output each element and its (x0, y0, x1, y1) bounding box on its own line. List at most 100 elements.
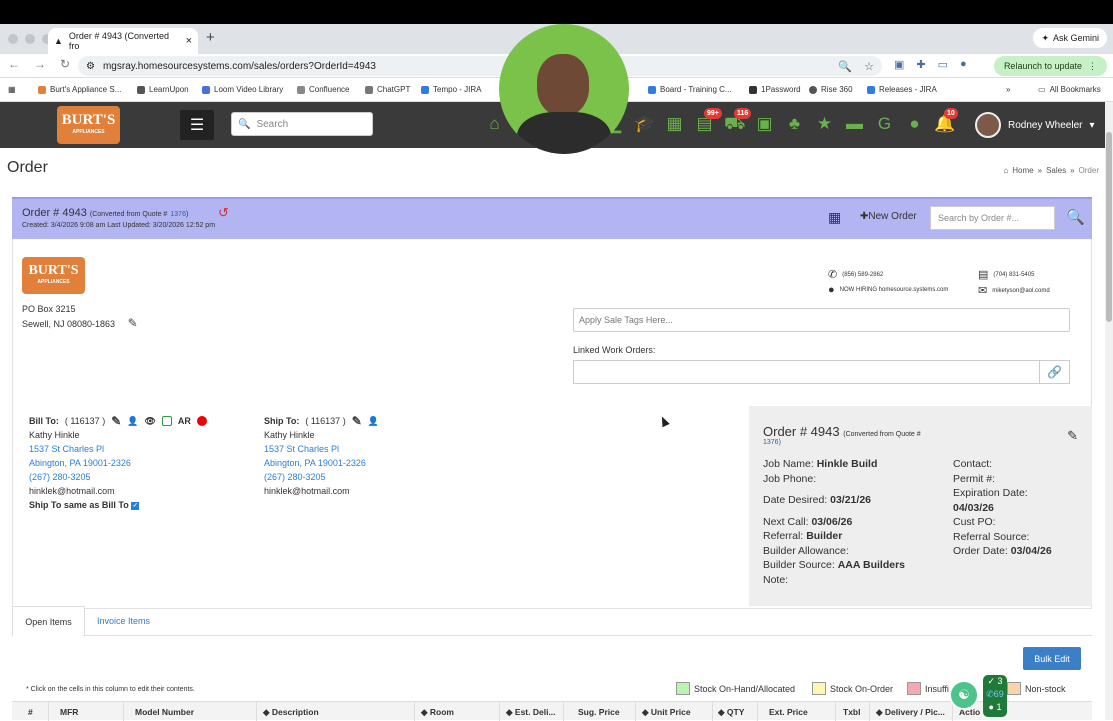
grid-icon[interactable]: ▦ (828, 209, 841, 226)
browser-tab[interactable]: ▲ Order # 4943 (Converted fro × (48, 28, 198, 54)
bookmark-4[interactable]: Confluence (297, 85, 349, 94)
tab-open-items[interactable]: Open Items (12, 606, 85, 637)
all-bookmarks[interactable]: ▭ All Bookmarks (1038, 85, 1101, 94)
extensions: ▣ ✚ ▭ ● (894, 58, 967, 71)
eye-icon[interactable]: 👁 (144, 414, 155, 428)
bill-to-block: Bill To: ( 116137 ) ✎ 👤 👁 AR Kathy Hinkle… (29, 414, 207, 512)
edit-icon[interactable]: ✎ (128, 316, 138, 330)
edit-icon[interactable]: ✎ (352, 414, 362, 428)
chevron-right-icon[interactable]: » (1006, 85, 1010, 94)
link-icon[interactable]: 🔗 (1039, 360, 1070, 384)
star-icon[interactable]: ★ (814, 114, 835, 136)
bill-to-city[interactable]: Abington, PA 19001-2326 (29, 456, 207, 470)
bookmark-6[interactable]: Tempo - JIRA (421, 85, 481, 94)
col-delivery-pickup[interactable]: ◆ Delivery / Pic... (876, 707, 945, 718)
url-input[interactable]: ⚙ mgsray.homesourcesystems.com/sales/ord… (78, 56, 882, 76)
user-icon[interactable]: 👤 (368, 414, 379, 428)
folder-icon[interactable]: ▬ (844, 114, 865, 136)
ship-same-checkbox[interactable]: ✓ (131, 501, 140, 510)
col-number[interactable]: # (28, 707, 33, 717)
chat-icon[interactable]: ● (904, 114, 925, 136)
col-model[interactable]: Model Number (135, 707, 194, 717)
new-order-button[interactable]: ✚New Order (860, 211, 917, 222)
user-menu[interactable]: Rodney Wheeler ▾ (975, 112, 1095, 138)
new-tab-icon[interactable]: + (206, 29, 215, 46)
puzzle-icon[interactable]: ✚ (916, 58, 925, 71)
calculator-icon[interactable]: ▦ (664, 114, 685, 136)
phone-count: ✆69 (986, 689, 1004, 699)
summary-quote-link[interactable]: 1376) (763, 439, 781, 446)
bill-to-street[interactable]: 1537 St Charles Pl (29, 442, 207, 456)
ship-same-label: Ship To same as Bill To (29, 500, 129, 510)
cart2-badge: 116 (734, 108, 752, 119)
graduation-cap-icon[interactable]: 🎓 (634, 114, 655, 136)
bookmark-5[interactable]: ChatGPT (365, 85, 410, 94)
hamburger-menu-icon[interactable]: ☰ (180, 110, 214, 140)
site-info-icon[interactable]: ⚙ (86, 61, 95, 72)
history-icon[interactable]: ↺ (218, 205, 229, 221)
bookmark-1[interactable]: Burt's Appliance S... (38, 85, 121, 94)
briefcase-icon[interactable]: ▣ (754, 114, 775, 136)
col-qty[interactable]: ◆ QTY (718, 707, 744, 718)
company-logo: BURT'S APPLIANCES (22, 257, 85, 294)
notification-stack[interactable]: ✓ 3 ✆69 ● 1 (983, 675, 1007, 717)
col-mfr[interactable]: MFR (60, 707, 78, 717)
bookmark-10[interactable]: Releases - JIRA (867, 85, 937, 94)
bill-to-email: hinklek@hotmail.com (29, 486, 115, 496)
order-search-input[interactable]: Search by Order #... (930, 206, 1055, 230)
bookmark-9[interactable]: Rise 360 (809, 85, 853, 94)
scrollbar[interactable] (1105, 102, 1113, 720)
breadcrumb-home[interactable]: Home (1012, 166, 1033, 175)
col-ext-price[interactable]: Ext. Price (769, 707, 808, 717)
ar-label[interactable]: AR (178, 414, 191, 428)
edit-icon[interactable]: ✎ (111, 414, 121, 428)
user-icon[interactable]: 👤 (127, 414, 138, 428)
brand-logo[interactable]: BURT'S APPLIANCES (57, 106, 120, 144)
apps-icon[interactable]: ▦ (8, 85, 16, 94)
tab-invoice-items[interactable]: Invoice Items (97, 616, 150, 626)
col-sug-price[interactable]: Sug. Price (578, 707, 620, 717)
forward-icon[interactable]: → (34, 57, 46, 71)
google-icon[interactable]: G (874, 114, 895, 136)
bookmark-7[interactable]: Board - Training C... (648, 85, 732, 94)
ship-to-street[interactable]: 1537 St Charles Pl (264, 442, 379, 456)
close-icon[interactable]: × (186, 35, 192, 47)
quote-link[interactable]: 1376 (170, 211, 186, 218)
col-room[interactable]: ◆ Room (421, 707, 454, 718)
sale-tags-input[interactable]: Apply Sale Tags Here... (573, 308, 1070, 332)
col-est-delivery[interactable]: ◆ Est. Deli... (506, 707, 556, 718)
col-unit-price[interactable]: ◆ Unit Price (642, 707, 691, 718)
global-search-input[interactable]: 🔍 Search (231, 112, 373, 136)
extension-icon[interactable]: ▣ (894, 58, 904, 71)
bookmark-8[interactable]: 1Password (749, 85, 801, 94)
assistant-icon[interactable]: ☯ (949, 680, 979, 710)
zoom-icon[interactable]: 🔍 (838, 60, 852, 73)
ship-to-phone[interactable]: (267) 280-3205 (264, 470, 379, 484)
col-taxable[interactable]: Txbl (843, 707, 860, 717)
cart-icon[interactable]: ⛟ 116 (724, 108, 752, 136)
profile-icon[interactable]: ● (960, 58, 967, 71)
team-icon[interactable]: ♣ (784, 114, 805, 136)
bookmark-3[interactable]: Loom Video Library (202, 85, 283, 94)
ask-gemini-button[interactable]: ✦ Ask Gemini (1033, 28, 1107, 48)
search-icon[interactable]: 🔍 (1066, 208, 1085, 226)
reload-icon[interactable]: ↻ (60, 57, 70, 71)
bell-icon[interactable]: 🔔 10 (934, 108, 958, 136)
relaunch-button[interactable]: Relaunch to update ⋮ (993, 56, 1107, 76)
bulk-edit-button[interactable]: Bulk Edit (1023, 647, 1081, 670)
sidebar-icon[interactable]: ▭ (938, 58, 948, 71)
checkbox-icon[interactable] (161, 416, 172, 426)
star-icon[interactable]: ☆ (864, 60, 874, 73)
edit-icon[interactable]: ✎ (1067, 428, 1078, 444)
address-line-1: PO Box 3215 (22, 304, 76, 314)
basket-icon[interactable]: ▤ 99+ (694, 108, 722, 136)
col-description[interactable]: ◆ Description (263, 707, 319, 718)
bookmark-2[interactable]: LearnUpon (137, 85, 189, 94)
window-controls[interactable] (8, 34, 52, 44)
linked-work-orders-input[interactable] (573, 360, 1040, 384)
ship-to-city[interactable]: Abington, PA 19001-2326 (264, 456, 379, 470)
home-icon[interactable]: ⌂ (484, 114, 505, 136)
back-icon[interactable]: ← (8, 57, 20, 71)
bill-to-phone[interactable]: (267) 280-3205 (29, 470, 207, 484)
breadcrumb-sales[interactable]: Sales (1046, 166, 1066, 175)
